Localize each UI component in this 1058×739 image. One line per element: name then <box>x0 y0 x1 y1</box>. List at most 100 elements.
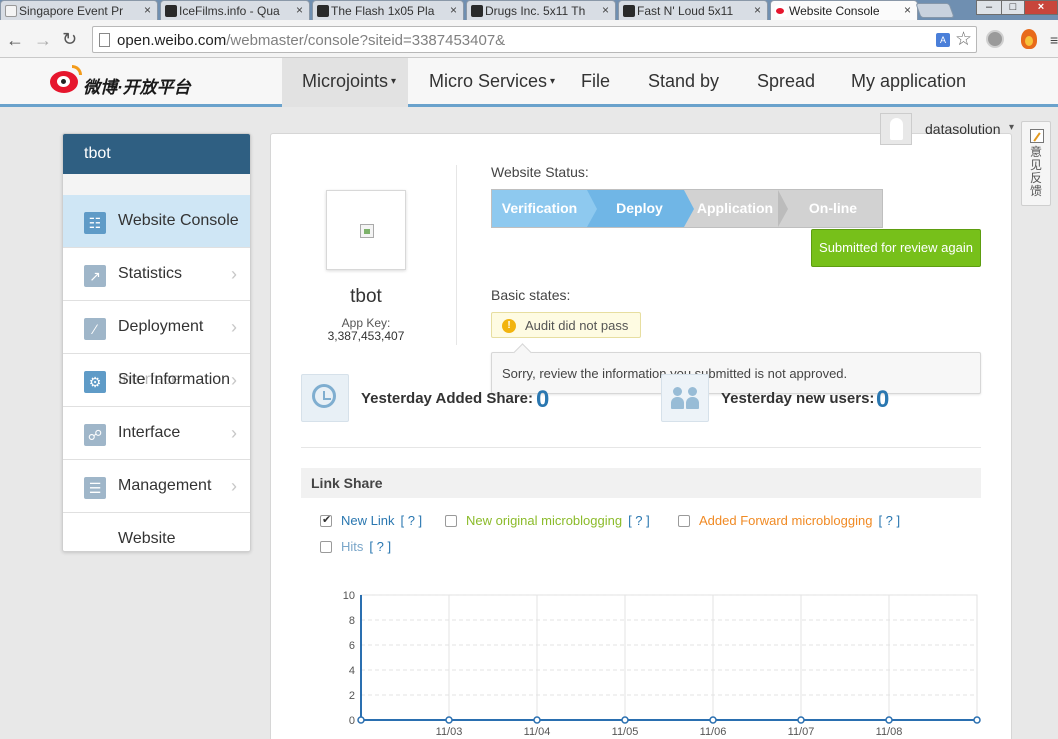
globe-extension-icon[interactable] <box>986 30 1004 48</box>
sidebar-item-deployment[interactable]: ⁄ Deployment › <box>63 301 250 354</box>
nav-micro-services[interactable]: Micro Services ▾ <box>409 58 555 107</box>
chevron-down-icon: ▾ <box>1009 122 1015 133</box>
browser-tabstrip: Singapore Event Pr × IceFilms.info - Qua… <box>0 0 1058 21</box>
plot-area <box>360 594 978 721</box>
data-point <box>445 716 453 724</box>
submit-review-button[interactable]: Submitted for review again <box>811 229 981 267</box>
chevron-right-icon: › <box>231 264 237 284</box>
feedback-label: 意见反馈 <box>1030 145 1043 198</box>
broken-image-icon <box>360 224 374 238</box>
bookmark-star-icon[interactable]: ☆ <box>955 28 972 51</box>
x-tick-label: 11/04 <box>524 726 551 738</box>
chevron-right-icon: › <box>231 476 237 496</box>
legend-new-link[interactable]: New Link[ ? ] <box>320 513 422 528</box>
site-header: 微博·开放平台 Microjoints ▾ Micro Services ▾ Fil… <box>0 58 1058 107</box>
chevron-right-icon: › <box>231 317 237 337</box>
sidebar-item-management[interactable]: ☰ Management › <box>63 460 250 513</box>
avatar <box>880 113 912 145</box>
chevron-down-icon: ▾ <box>391 76 397 88</box>
film-icon <box>471 5 483 17</box>
clock-icon <box>301 374 349 422</box>
sidebar-title: tbot <box>63 134 250 174</box>
sidebar-item-interface[interactable]: ☍ Interface › <box>63 407 250 460</box>
nav-my-application[interactable]: My application <box>831 58 966 107</box>
data-point <box>885 716 893 724</box>
legend-hits[interactable]: Hits[ ? ] <box>320 539 391 554</box>
app-key-value: 3,387,453,407 <box>327 329 405 343</box>
film-icon <box>623 5 635 17</box>
browser-tab[interactable]: Singapore Event Pr × <box>0 0 158 20</box>
x-tick-label: 11/03 <box>436 726 463 738</box>
nav-microjoints[interactable]: Microjoints ▾ <box>282 58 408 107</box>
x-tick-label: 11/05 <box>612 726 639 738</box>
forward-button[interactable]: → <box>34 31 52 49</box>
y-tick-label: 6 <box>349 640 355 652</box>
y-tick-label: 2 <box>349 690 355 702</box>
legend-new-original[interactable]: New original microblogging[ ? ] <box>445 513 650 528</box>
translate-icon[interactable]: A <box>936 33 950 47</box>
close-icon[interactable]: × <box>754 3 761 17</box>
y-tick-label: 4 <box>349 665 355 677</box>
chart-icon: ↗ <box>84 265 106 287</box>
checkbox[interactable] <box>678 515 690 527</box>
help-icon[interactable]: [ ? ] <box>400 513 422 528</box>
nav-spread[interactable]: Spread <box>737 58 815 107</box>
weibo-icon <box>775 5 787 17</box>
back-button[interactable]: ← <box>6 31 24 49</box>
help-icon[interactable]: [ ? ] <box>369 539 391 554</box>
new-tab-button[interactable] <box>915 3 955 18</box>
browser-tab-active[interactable]: Website Console × <box>770 0 918 21</box>
reload-button[interactable]: ↻ <box>62 30 77 48</box>
film-icon <box>165 5 177 17</box>
feedback-button[interactable]: 意见反馈 <box>1021 121 1051 206</box>
layers-icon: ☰ <box>84 477 106 499</box>
deploy-icon: ⁄ <box>84 318 106 340</box>
fire-extension-icon[interactable] <box>1021 29 1037 49</box>
checkbox[interactable] <box>445 515 457 527</box>
maximize-button[interactable]: □ <box>1001 0 1025 15</box>
tab-title: The Flash 1x05 Pla <box>331 4 435 18</box>
sidebar-item-site-information[interactable]: ⚙ Interface Site Information › <box>63 354 250 407</box>
browser-menu-icon[interactable]: ≡ <box>1050 32 1058 48</box>
user-menu[interactable]: datasolution ▾ <box>880 113 1040 145</box>
y-tick-label: 0 <box>349 715 355 727</box>
page-icon <box>99 33 110 47</box>
browser-tab[interactable]: Drugs Inc. 5x11 Th × <box>466 0 616 20</box>
checkbox[interactable] <box>320 541 332 553</box>
address-bar[interactable]: open.weibo.com/webmaster/console?siteid=… <box>92 26 977 53</box>
url-text[interactable]: open.weibo.com/webmaster/console?siteid=… <box>117 32 505 49</box>
logo-text: 微博·开放平台 <box>83 78 191 97</box>
warning-icon: ! <box>502 319 516 333</box>
data-point <box>533 716 541 724</box>
sidebar-item-website-console[interactable]: ☷ Website Console <box>63 195 250 248</box>
x-tick-label: 11/07 <box>788 726 815 738</box>
users-label: Yesterday new users: <box>721 390 875 407</box>
nav-file[interactable]: File <box>561 58 610 107</box>
link-share-chart: 0 2 4 6 8 10 11/03 11/04 11/05 11/06 11/07 11/08 <box>343 590 981 738</box>
window-close-button[interactable]: × <box>1024 0 1058 15</box>
film-icon <box>317 5 329 17</box>
checkbox[interactable] <box>320 513 332 527</box>
user-name: datasolution <box>925 121 1001 137</box>
y-tick-label: 10 <box>343 590 355 602</box>
nav-stand-by[interactable]: Stand by <box>628 58 719 107</box>
help-icon[interactable]: [ ? ] <box>878 513 900 528</box>
tab-title: Fast N' Loud 5x11 <box>637 4 734 18</box>
browser-tab[interactable]: Fast N' Loud 5x11 × <box>618 0 768 20</box>
sidebar-item-statistics[interactable]: ↗ Statistics › <box>63 248 250 301</box>
sidebar-item-website[interactable]: Website <box>63 513 250 551</box>
status-badge[interactable]: ! Audit did not pass <box>491 312 641 338</box>
help-icon[interactable]: [ ? ] <box>628 513 650 528</box>
close-icon[interactable]: × <box>296 3 303 17</box>
browser-tab[interactable]: The Flash 1x05 Pla × <box>312 0 464 20</box>
legend-added-forward[interactable]: Added Forward microblogging[ ? ] <box>678 513 900 528</box>
close-icon[interactable]: × <box>602 3 609 17</box>
status-steps: Verification Deploy Application On-line <box>491 189 883 228</box>
basic-states-label: Basic states: <box>491 287 571 303</box>
close-icon[interactable]: × <box>450 3 457 17</box>
close-icon[interactable]: × <box>904 3 911 17</box>
browser-tab[interactable]: IceFilms.info - Qua × <box>160 0 310 20</box>
link-share-header: Link Share <box>301 468 981 498</box>
close-icon[interactable]: × <box>144 3 151 17</box>
minimize-button[interactable]: – <box>976 0 1002 15</box>
